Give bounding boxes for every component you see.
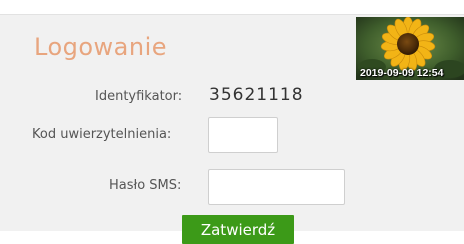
identifier-label: Identyfikator: — [95, 89, 183, 104]
submit-button[interactable]: Zatwierdź — [182, 215, 294, 244]
identifier-value: 35621118 — [209, 85, 304, 105]
page-title: Logowanie — [34, 33, 168, 61]
sms-password-label: Hasło SMS: — [109, 178, 182, 193]
sms-password-input[interactable] — [208, 169, 345, 205]
photo-timestamp: 2019-09-09 12:54 — [360, 67, 444, 79]
auth-code-label: Kod uwierzytelnienia: — [32, 127, 172, 142]
auth-code-input[interactable] — [208, 117, 278, 153]
security-image: 2019-09-09 12:54 — [356, 17, 464, 80]
